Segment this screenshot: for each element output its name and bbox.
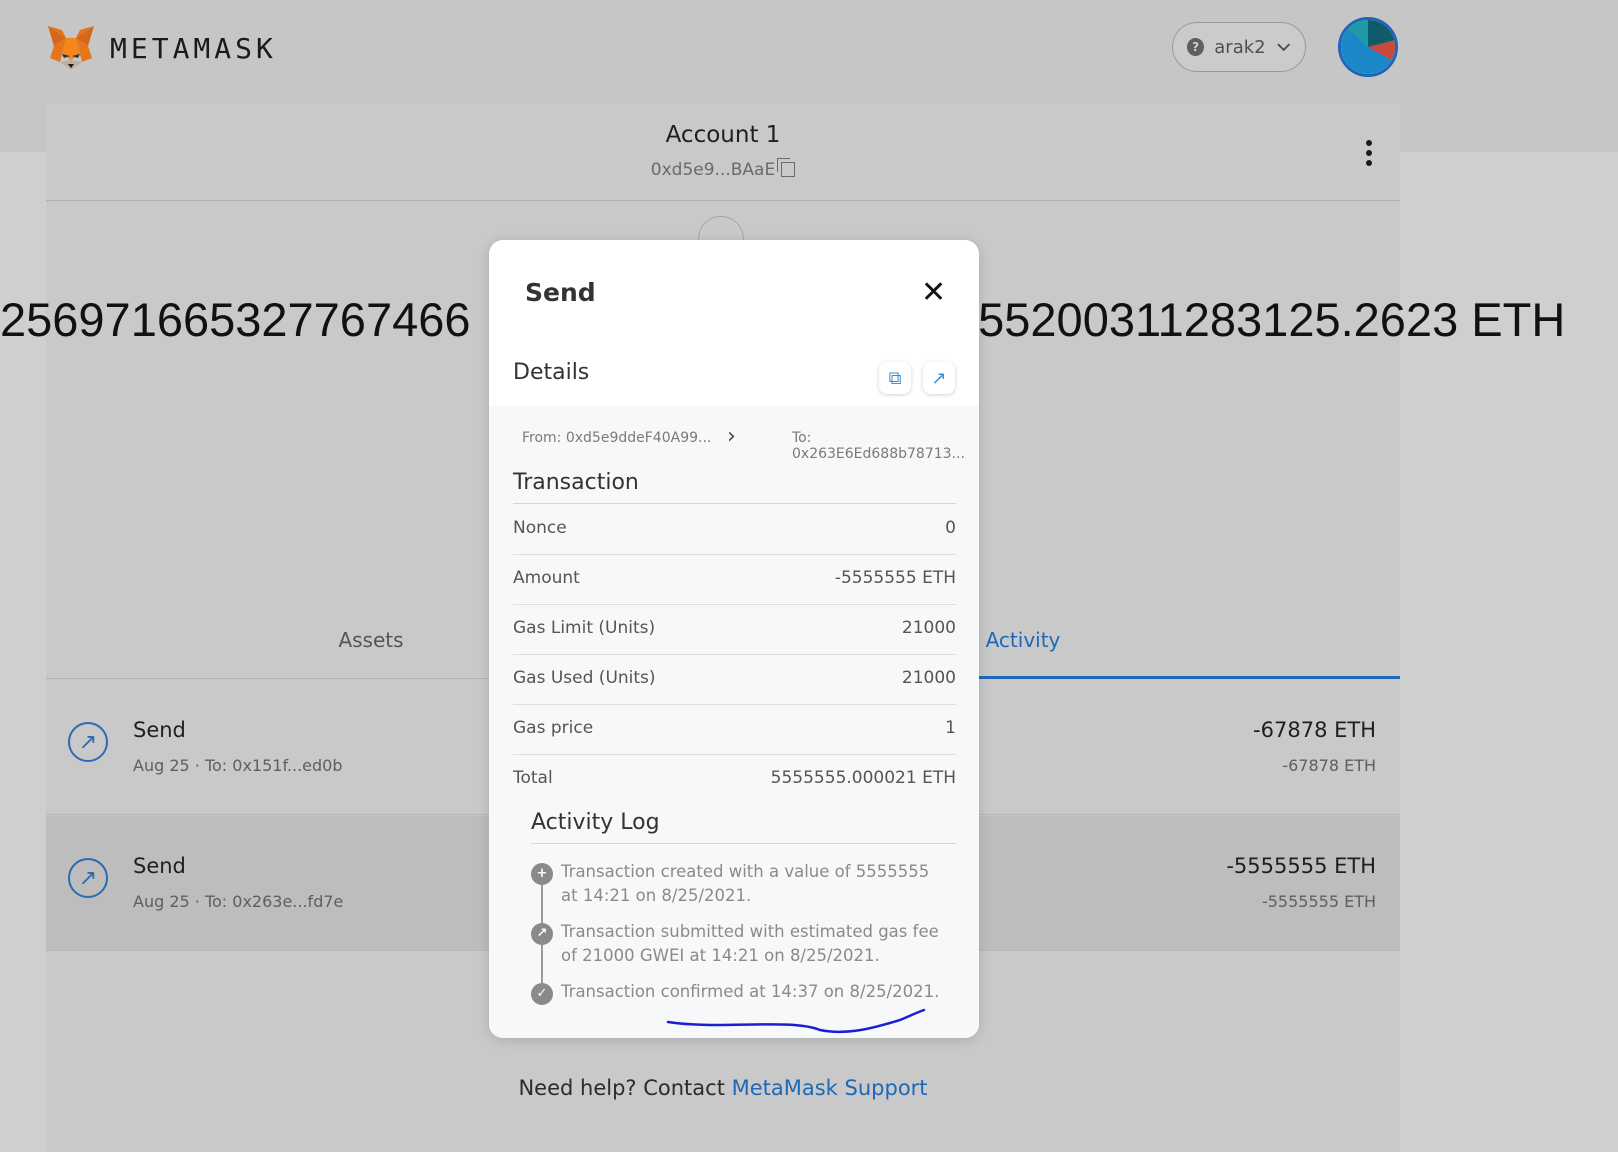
copy-tx-id-button[interactable]: ⧉ — [879, 362, 911, 394]
network-name: arak2 — [1214, 36, 1266, 58]
chevron-down-icon — [1276, 43, 1290, 52]
external-link-icon: ↗ — [931, 367, 947, 389]
account-address-text: 0xd5e9...BAaE — [650, 160, 776, 180]
network-selector[interactable]: ? arak2 — [1172, 22, 1306, 72]
copy-icon: ⧉ — [888, 367, 902, 389]
activity-log-heading: Activity Log — [531, 810, 660, 835]
detail-row-gas-limit: Gas Limit (Units) 21000 — [513, 604, 956, 655]
detail-label: Total — [513, 768, 553, 788]
activity-log-text: Transaction confirmed at 14:37 on 8/25/2… — [561, 982, 940, 1001]
help-circle-icon: ? — [1187, 38, 1205, 56]
detail-value: 21000 — [901, 668, 956, 688]
activity-log-text: Transaction created with a value of 5555… — [561, 862, 930, 905]
detail-value: 0 — [945, 518, 956, 538]
identicon-icon — [1341, 20, 1395, 74]
account-bar: Account 1 0xd5e9...BAaE — [46, 104, 1400, 201]
arrow-up-right-icon: ↗ — [531, 923, 553, 945]
divider — [531, 843, 956, 844]
detail-label: Gas Used (Units) — [513, 668, 656, 688]
account-avatar[interactable] — [1338, 17, 1398, 77]
detail-row-amount: Amount -5555555 ETH — [513, 554, 956, 605]
balance-left-fragment: 256971665327767466 — [0, 293, 471, 346]
details-heading: Details — [513, 360, 590, 385]
activity-log-text: Transaction submitted with estimated gas… — [561, 922, 939, 965]
account-name: Account 1 — [665, 122, 781, 148]
transaction-title: Send — [133, 854, 186, 878]
detail-label: Amount — [513, 568, 580, 588]
checkmark-icon: ✓ — [531, 983, 553, 1005]
help-footer: Need help? Contact MetaMask Support — [46, 1076, 1400, 1100]
chevron-right-icon: › — [727, 424, 736, 449]
tab-assets[interactable]: Assets — [306, 628, 436, 652]
detail-value: 21000 — [901, 618, 956, 638]
fox-icon — [48, 26, 94, 70]
detail-label: Nonce — [513, 518, 567, 538]
transaction-amount-secondary: -67878 ETH — [1282, 756, 1376, 775]
support-link[interactable]: MetaMask Support — [732, 1076, 928, 1100]
detail-label: Gas Limit (Units) — [513, 618, 656, 638]
transaction-subtitle: Aug 25 · To: 0x151f...ed0b — [133, 756, 343, 775]
plus-icon: + — [531, 863, 553, 885]
help-text: Need help? Contact — [518, 1076, 732, 1100]
detail-row-gas-price: Gas price 1 — [513, 704, 956, 755]
transaction-title: Send — [133, 718, 186, 742]
view-on-explorer-button[interactable]: ↗ — [923, 362, 955, 394]
from-address[interactable]: From: 0xd5e9ddeF40A99... — [522, 430, 711, 446]
modal-title: Send — [525, 278, 596, 307]
account-options-menu-icon[interactable] — [1364, 140, 1374, 166]
detail-value: -5555555 ETH — [834, 568, 956, 588]
copy-icon[interactable] — [777, 158, 796, 177]
transaction-heading: Transaction — [513, 470, 639, 495]
metamask-logo[interactable]: METAMASK — [46, 24, 277, 72]
detail-value: 5555555.000021 ETH — [770, 768, 956, 788]
account-address[interactable]: 0xd5e9...BAaE — [46, 158, 1400, 180]
to-address[interactable]: To: 0x263E6Ed688b78713... — [792, 430, 965, 462]
close-icon[interactable]: ✕ — [921, 278, 946, 308]
transaction-amount: -67878 ETH — [1253, 718, 1376, 742]
modal-body: From: 0xd5e9ddeF40A99... › To: 0x263E6Ed… — [489, 406, 979, 1038]
detail-value: 1 — [945, 718, 956, 738]
transaction-amount-secondary: -5555555 ETH — [1261, 892, 1376, 911]
tab-activity[interactable]: Activity — [950, 614, 1400, 679]
detail-row-gas-used: Gas Used (Units) 21000 — [513, 654, 956, 705]
send-arrow-icon: ↗ — [68, 722, 108, 762]
transaction-subtitle: Aug 25 · To: 0x263e...fd7e — [133, 892, 344, 911]
brand-wordmark: METAMASK — [110, 31, 277, 65]
transaction-details-modal: Send ✕ Details ⧉ ↗ From: 0xd5e9ddeF40A99… — [489, 240, 979, 1038]
detail-label: Gas price — [513, 718, 594, 738]
balance-right-fragment: 755200311283125.2623 ETH — [952, 293, 1566, 346]
detail-row-nonce: Nonce 0 — [513, 504, 956, 555]
transaction-amount: -5555555 ETH — [1226, 854, 1376, 878]
detail-row-total: Total 5555555.000021 ETH — [513, 754, 956, 804]
send-arrow-icon: ↗ — [68, 858, 108, 898]
